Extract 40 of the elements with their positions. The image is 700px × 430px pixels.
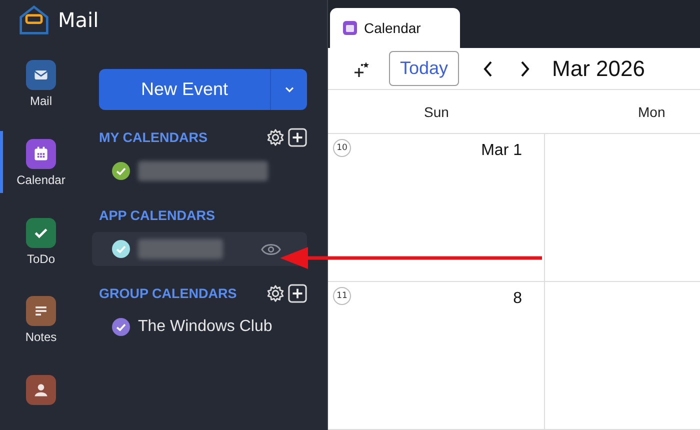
rail-item[interactable]: ToDo: [0, 194, 82, 272]
add-icon[interactable]: [288, 128, 307, 146]
rail-item[interactable]: Notes: [0, 272, 82, 352]
rail-label: Mail: [30, 94, 52, 108]
date-label: Mar 1: [481, 142, 522, 161]
rail-item[interactable]: Calendar: [0, 114, 82, 194]
section-heading: MY CALENDARS: [99, 130, 209, 144]
next-icon[interactable]: [520, 60, 530, 76]
calendar-item[interactable]: [92, 232, 307, 266]
checkmark-icon[interactable]: [112, 162, 130, 180]
rail-label: ToDo: [26, 252, 55, 266]
today-button[interactable]: Today: [389, 51, 460, 86]
app-title: Mail: [58, 8, 99, 32]
calendar-icon: [343, 21, 357, 35]
settings-icon[interactable]: [266, 284, 285, 302]
checkmark-icon[interactable]: [112, 240, 130, 258]
rail-item[interactable]: Mail: [0, 36, 82, 115]
checkmark-icon[interactable]: [112, 318, 130, 336]
section-heading: GROUP CALENDARS: [99, 286, 238, 300]
new-event-button[interactable]: New Event: [99, 69, 271, 110]
calendar-tab[interactable]: Calendar: [330, 8, 460, 48]
tab-label: Calendar: [364, 20, 421, 36]
caret-icon: [284, 86, 294, 93]
calendar-name: The Windows Club: [138, 318, 272, 336]
rail-label: Notes: [25, 330, 57, 344]
settings-icon[interactable]: [266, 128, 285, 146]
mail-logo-icon: [18, 4, 50, 36]
previous-icon[interactable]: [483, 60, 494, 76]
period-title: Mar 2026: [552, 56, 645, 82]
add-icon[interactable]: [288, 284, 307, 302]
week-number: 10: [333, 139, 351, 157]
day-heading: Mon: [638, 104, 666, 120]
eye-icon[interactable]: [261, 242, 281, 256]
week-number: 11: [333, 287, 351, 305]
calendar-item[interactable]: The Windows Club: [92, 310, 307, 344]
rail-label: Calendar: [16, 172, 66, 187]
section-heading: APP CALENDARS: [99, 208, 216, 222]
sparkle-add-icon[interactable]: [352, 60, 370, 78]
date-label: 8: [513, 290, 522, 309]
day-heading: Sun: [424, 104, 449, 120]
